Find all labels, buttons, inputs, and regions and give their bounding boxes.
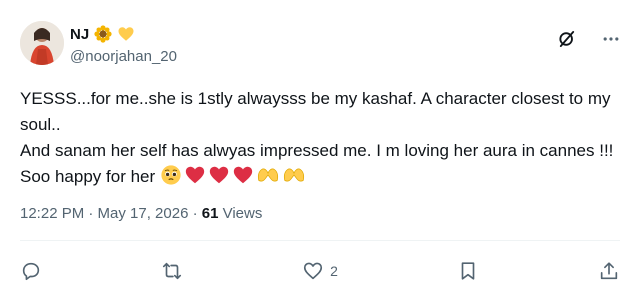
tweet-text-line-2: And sanam her self has alwyas impressed … xyxy=(20,138,620,190)
top-actions xyxy=(556,28,622,50)
tweet-card: NJ @noorjahan_20 YESSS...for me..she is … xyxy=(0,0,640,290)
views-label: Views xyxy=(218,205,263,222)
red-heart-icon xyxy=(209,166,229,184)
reply-icon xyxy=(22,262,40,281)
more-icon[interactable] xyxy=(600,28,622,50)
heart-hands-icon xyxy=(257,168,278,182)
tweet-body: YESSS...for me..she is 1stly alwaysss be… xyxy=(20,86,620,190)
divider xyxy=(20,240,620,241)
share-icon xyxy=(600,262,618,280)
red-heart-icon xyxy=(233,166,253,184)
like-button[interactable]: 2 xyxy=(302,260,338,282)
avatar[interactable] xyxy=(20,21,64,65)
repost-button[interactable] xyxy=(161,260,183,282)
bookmark-button[interactable] xyxy=(457,260,479,282)
repost-icon xyxy=(162,262,182,280)
yellow-heart-icon xyxy=(117,25,135,43)
grok-icon[interactable] xyxy=(556,28,578,50)
views-count: 61 xyxy=(201,205,219,222)
pleading-face-icon xyxy=(161,165,181,185)
tweet-text-line-2-text: And sanam her self has alwyas impressed … xyxy=(20,141,614,186)
red-heart-icon xyxy=(185,166,205,184)
tweet-meta: 12:22 PM · May 17, 2026 · 61 Views xyxy=(20,205,262,222)
like-count: 2 xyxy=(330,263,338,279)
heart-icon xyxy=(304,262,323,280)
author-row: NJ xyxy=(70,25,135,43)
reply-button[interactable] xyxy=(20,260,42,282)
share-button[interactable] xyxy=(598,260,620,282)
sunflower-icon xyxy=(94,25,112,43)
timestamp[interactable]: 12:22 PM · May 17, 2026 · xyxy=(20,205,202,222)
tweet-text-line-1: YESSS...for me..she is 1stly alwaysss be… xyxy=(20,89,611,134)
author-name[interactable]: NJ xyxy=(70,26,89,43)
emoji-group xyxy=(160,164,306,186)
heart-hands-icon xyxy=(283,168,304,182)
action-bar: 2 xyxy=(20,258,620,284)
bookmark-icon xyxy=(461,262,475,280)
author-handle[interactable]: @noorjahan_20 xyxy=(70,48,177,65)
